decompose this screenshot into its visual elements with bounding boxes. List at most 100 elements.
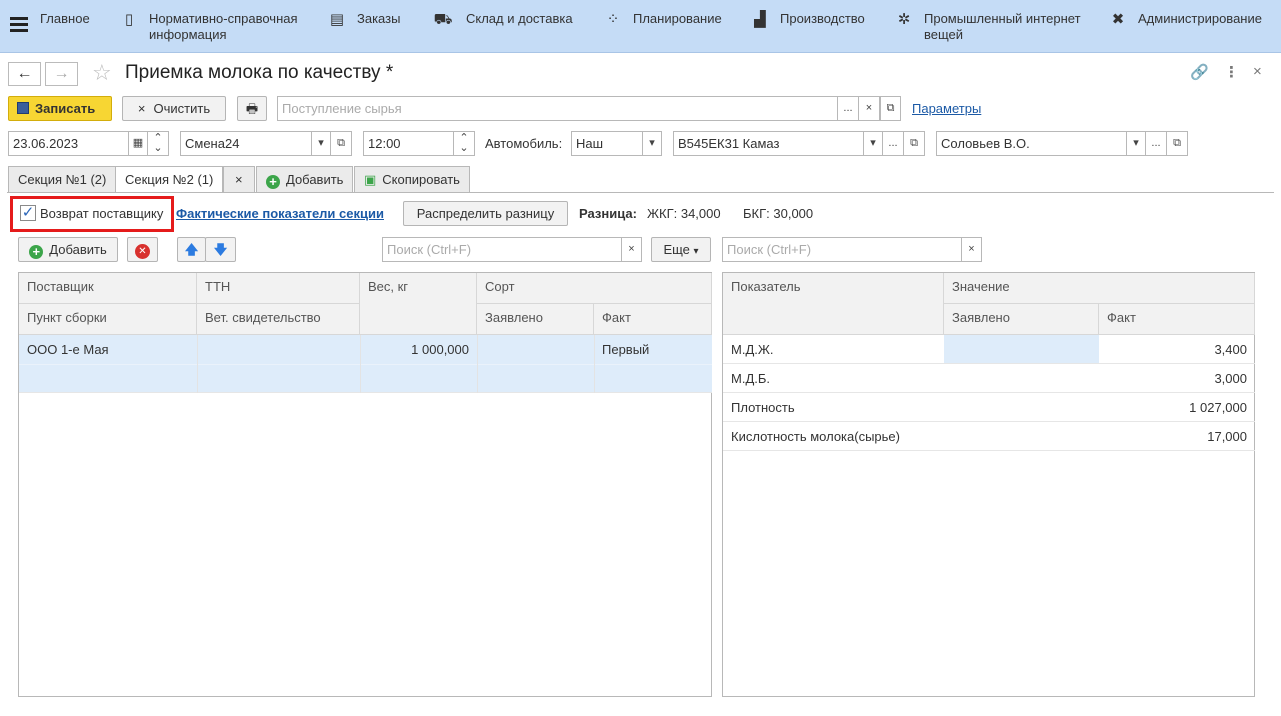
table-row[interactable]: М.Д.Ж.: [723, 335, 944, 364]
table-row[interactable]: Кислотность молока(сырье): [723, 422, 944, 451]
header-collection-point[interactable]: Пункт сборки: [19, 304, 197, 335]
main-menu-bar: Главное ▯ Нормативно-справочная информаци…: [0, 0, 1281, 53]
header-value-fact[interactable]: Факт: [1099, 304, 1255, 335]
iot-icon: ✲: [897, 11, 911, 28]
declared-cell[interactable]: [944, 393, 1099, 422]
planning-icon: ⁘: [606, 11, 620, 28]
fact-cell[interactable]: 1 027,000: [1099, 393, 1255, 422]
add-row-button[interactable]: + Добавить: [18, 237, 118, 262]
car-type-select[interactable]: Наш: [571, 131, 643, 156]
save-button[interactable]: Записать: [8, 96, 112, 121]
table-row[interactable]: Плотность: [723, 393, 944, 422]
fact-cell[interactable]: 17,000: [1099, 422, 1255, 451]
menu-admin[interactable]: ✖ Администрирование: [1108, 11, 1262, 31]
col-divider: [477, 335, 478, 393]
hamburger-icon[interactable]: [10, 17, 28, 33]
person-input[interactable]: Соловьев В.О.: [936, 131, 1127, 156]
car-type-dropdown[interactable]: ▾: [642, 131, 662, 156]
car-select-button[interactable]: ...: [882, 131, 904, 156]
return-checkbox[interactable]: ✓: [20, 205, 36, 221]
print-button[interactable]: 🖶: [237, 96, 267, 121]
fact-cell[interactable]: 3,000: [1099, 364, 1255, 393]
header-ttn[interactable]: ТТН: [197, 273, 360, 304]
car-open-button[interactable]: ⧉: [903, 131, 925, 156]
menu-warehouse[interactable]: ⛟ Склад и доставка: [430, 11, 573, 31]
plus-circle-icon: +: [266, 175, 280, 189]
declared-cell[interactable]: [944, 364, 1099, 393]
header-value-declared[interactable]: Заявлено: [944, 304, 1099, 335]
chevron-down-icon: ▾: [649, 137, 655, 149]
source-input[interactable]: Поступление сырья: [277, 96, 838, 121]
open-icon: ⧉: [337, 137, 345, 149]
declared-cell[interactable]: [944, 422, 1099, 451]
move-up-button[interactable]: 🡅: [177, 237, 206, 262]
fact-cell[interactable]: 3,400: [1099, 335, 1255, 364]
menu-planning[interactable]: ⁘ Планирование: [603, 11, 722, 31]
person-dropdown[interactable]: ▾: [1126, 131, 1146, 156]
source-open-button[interactable]: ⧉: [880, 96, 901, 121]
car-dropdown[interactable]: ▾: [863, 131, 883, 156]
params-link[interactable]: Параметры: [912, 96, 981, 121]
car-input[interactable]: В545ЕК31 Камаз: [673, 131, 864, 156]
shift-open-button[interactable]: ⧉: [330, 131, 352, 156]
person-open-button[interactable]: ⧉: [1166, 131, 1188, 156]
tab-copy-button[interactable]: ▣ Скопировать: [354, 166, 470, 192]
actual-indicators-link[interactable]: Фактические показатели секции: [176, 201, 384, 226]
distribute-difference-button[interactable]: Распределить разницу: [403, 201, 568, 226]
time-input[interactable]: 12:00: [363, 131, 454, 156]
date-input[interactable]: 23.06.2023: [8, 131, 129, 156]
left-search-input[interactable]: Поиск (Ctrl+F): [382, 237, 622, 262]
right-search-input[interactable]: Поиск (Ctrl+F): [722, 237, 962, 262]
tab-section-2[interactable]: Секция №2 (1): [115, 166, 224, 193]
source-clear-button[interactable]: ×: [858, 96, 880, 121]
shift-dropdown[interactable]: ▾: [311, 131, 331, 156]
more-vertical-icon[interactable]: ⋮: [1224, 63, 1239, 81]
move-down-button[interactable]: 🡇: [205, 237, 236, 262]
clear-button[interactable]: × Очистить: [122, 96, 226, 121]
back-button[interactable]: ←: [8, 62, 41, 86]
arrow-up-icon: 🡅: [184, 242, 199, 257]
close-icon[interactable]: ×: [1253, 63, 1262, 80]
row-divider: [19, 364, 712, 365]
declared-cell[interactable]: [944, 335, 1099, 364]
header-grade-fact[interactable]: Факт: [594, 304, 712, 335]
header-grade[interactable]: Сорт: [477, 273, 712, 304]
header-value[interactable]: Значение: [944, 273, 1255, 304]
printer-icon: 🖶: [245, 101, 259, 116]
tab-close-button[interactable]: ×: [223, 166, 255, 192]
col-divider: [360, 335, 361, 393]
header-vet-certificate[interactable]: Вет. свидетельство: [197, 304, 360, 335]
favorite-star-icon[interactable]: ☆: [92, 60, 112, 86]
header-indicator[interactable]: Показатель: [723, 273, 944, 335]
floppy-disk-icon: [17, 102, 29, 114]
shift-input[interactable]: Смена24: [180, 131, 312, 156]
forward-button[interactable]: →: [45, 62, 78, 86]
source-select-button[interactable]: ...: [837, 96, 859, 121]
menu-home[interactable]: Главное: [40, 11, 90, 27]
clear-x-icon: ×: [137, 101, 146, 116]
menu-reference-info[interactable]: ▯ Нормативно-справочная информация: [119, 11, 298, 43]
delete-circle-icon: ✕: [135, 244, 150, 259]
col-divider: [594, 335, 595, 393]
menu-iot[interactable]: ✲ Промышленный интернет вещей: [894, 11, 1081, 43]
menu-production[interactable]: ▟ Производство: [750, 11, 865, 31]
open-icon: ⧉: [1173, 137, 1181, 149]
left-search-clear[interactable]: ×: [621, 237, 642, 262]
time-stepper[interactable]: ⌃ ⌄: [453, 131, 475, 156]
tab-section-1[interactable]: Секция №1 (2): [8, 166, 117, 192]
table-row[interactable]: М.Д.Б.: [723, 364, 944, 393]
right-search-clear[interactable]: ×: [961, 237, 982, 262]
tab-add-button[interactable]: + Добавить: [256, 166, 354, 192]
page-title: Приемка молока по качеству *: [125, 62, 394, 83]
link-icon[interactable]: 🔗: [1190, 63, 1209, 81]
more-button[interactable]: Еще ▾: [651, 237, 711, 262]
header-weight[interactable]: Вес, кг: [360, 273, 477, 335]
tools-icon: ✖: [1111, 11, 1125, 28]
header-supplier[interactable]: Поставщик: [19, 273, 197, 304]
calendar-button[interactable]: ▦: [128, 131, 148, 156]
person-select-button[interactable]: ...: [1145, 131, 1167, 156]
header-grade-declared[interactable]: Заявлено: [477, 304, 594, 335]
menu-orders[interactable]: ▤ Заказы: [327, 11, 401, 31]
date-stepper[interactable]: ⌃ ⌄: [147, 131, 169, 156]
delete-row-button[interactable]: ✕: [127, 237, 158, 262]
